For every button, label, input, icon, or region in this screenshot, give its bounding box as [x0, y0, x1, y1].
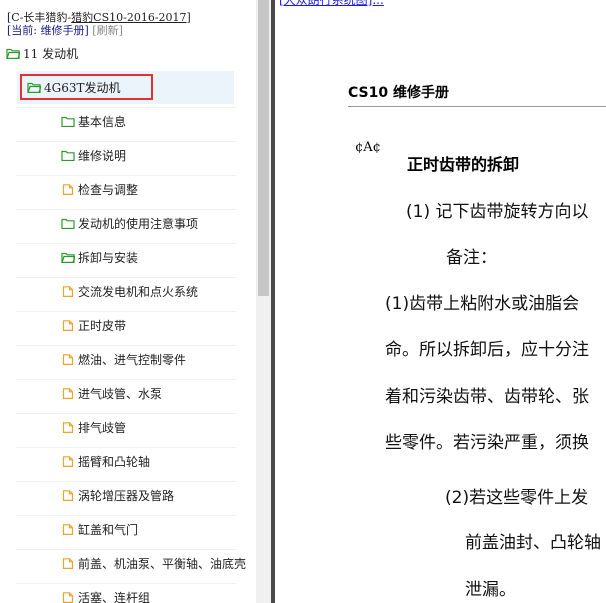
folder-open-icon [27, 82, 41, 93]
tree-item[interactable]: 维修说明 [61, 142, 126, 168]
document-icon [62, 421, 74, 433]
tree-item-label: 进气歧管、水泵 [78, 386, 163, 401]
tree-item-label: 检查与调整 [78, 182, 139, 197]
tree-item-label: 拆卸与安装 [78, 250, 139, 265]
tree-item[interactable]: 排气歧管 [61, 414, 126, 440]
section-marker: ¢A¢ [355, 140, 381, 155]
document-icon [62, 353, 74, 365]
tree-item-label: 交流发电机和点火系统 [78, 284, 199, 299]
tree-item-label: 前盖、机油泵、平衡轴、油底壳 [78, 556, 247, 571]
tree-item-label: 发动机的使用注意事项 [78, 216, 199, 231]
paragraph-line: 着和污染齿带、齿带轮、张 [385, 387, 589, 407]
tree-item[interactable]: 拆卸与安装 [61, 244, 138, 270]
tree-item-label: 活塞、连杆组 [78, 590, 151, 603]
manual-header: CS10 维修手册 [348, 85, 449, 101]
tree-node-label: 4G63T发动机 [44, 81, 121, 95]
paragraph-line: 命。所以拆卸后，应十分注 [385, 340, 589, 360]
document-icon [62, 489, 74, 501]
scrollbar-thumb[interactable] [258, 0, 269, 296]
folder-icon [61, 150, 75, 161]
document-icon [62, 319, 74, 331]
document-pane: [大众朗行系统图]... CS10 维修手册 ¢A¢ 正时齿带的拆卸 (1) 记… [275, 0, 606, 603]
tree-item-label: 缸盖和气门 [78, 522, 139, 537]
tree-node-label: 11 发动机 [23, 46, 79, 61]
tree-item-label: 摇臂和凸轮轴 [78, 454, 151, 469]
tree-node-engine-root[interactable]: 11 发动机 [6, 40, 78, 66]
tree-item-label: 排气歧管 [78, 420, 127, 435]
paragraph-line: 前盖油封、凸轮轴 [465, 533, 601, 553]
tree-item-label: 涡轮增压器及管路 [78, 488, 175, 503]
document-icon [62, 591, 74, 603]
document-icon [62, 557, 74, 569]
related-diagram-link[interactable]: [大众朗行系统图]... [279, 0, 384, 8]
document-icon [62, 183, 74, 195]
manual-title-suffix: ] [186, 11, 191, 24]
tree-item[interactable]: 正时皮带 [61, 312, 126, 338]
tree-node-content: 4G63T发动机 [27, 79, 121, 96]
folder-open-icon [6, 48, 20, 59]
paragraph-line: 些零件。若污染严重，须换 [385, 433, 589, 453]
paragraph-line: (2)若这些零件上发 [445, 488, 589, 508]
document-icon [62, 455, 74, 467]
current-section-label: [当前: 维修手册] [7, 24, 89, 37]
paragraph-line: (1)齿带上粘附水或油脂会 [385, 294, 580, 314]
navigation-tree-pane: [C-长丰猎豹-猎豹CS10-2016-2017] [当前: 维修手册] [刷新… [0, 0, 256, 603]
folder-open-icon [61, 252, 75, 263]
tree-scrollbar[interactable] [256, 0, 271, 603]
tree-item-label: 维修说明 [78, 148, 127, 163]
tree-item-label: 基本信息 [78, 114, 127, 129]
tree-item[interactable]: 检查与调整 [61, 176, 138, 202]
tree-item-label: 燃油、进气控制零件 [78, 352, 187, 367]
paragraph-line: (1) 记下齿带旋转方向以 [406, 202, 589, 222]
tree-item[interactable]: 涡轮增压器及管路 [61, 482, 174, 508]
header-rule [348, 106, 606, 107]
tree-item[interactable]: 发动机的使用注意事项 [61, 210, 198, 236]
tree-item-label: 正时皮带 [78, 318, 127, 333]
tree-node-4g63t-engine[interactable]: 4G63T发动机 [17, 71, 234, 104]
tree-item[interactable]: 前盖、机油泵、平衡轴、油底壳 [61, 550, 246, 576]
current-section: [当前: 维修手册] [刷新] [7, 22, 123, 38]
paragraph-line: 泄漏。 [465, 580, 516, 600]
tree-item[interactable]: 进气歧管、水泵 [61, 380, 162, 406]
tree-item[interactable]: 交流发电机和点火系统 [61, 278, 198, 304]
refresh-link[interactable]: [刷新] [92, 24, 123, 37]
document-icon [62, 285, 74, 297]
document-icon [62, 523, 74, 535]
folder-icon [61, 218, 75, 229]
tree-item[interactable]: 缸盖和气门 [61, 516, 138, 542]
tree-item[interactable]: 活塞、连杆组 [61, 584, 150, 603]
paragraph-line: 备注： [446, 248, 497, 268]
tree-item[interactable]: 基本信息 [61, 108, 126, 134]
folder-icon [61, 116, 75, 127]
section-title: 正时齿带的拆卸 [407, 155, 520, 174]
tree-item[interactable]: 燃油、进气控制零件 [61, 346, 186, 372]
tree-item[interactable]: 摇臂和凸轮轴 [61, 448, 150, 474]
document-icon [62, 387, 74, 399]
